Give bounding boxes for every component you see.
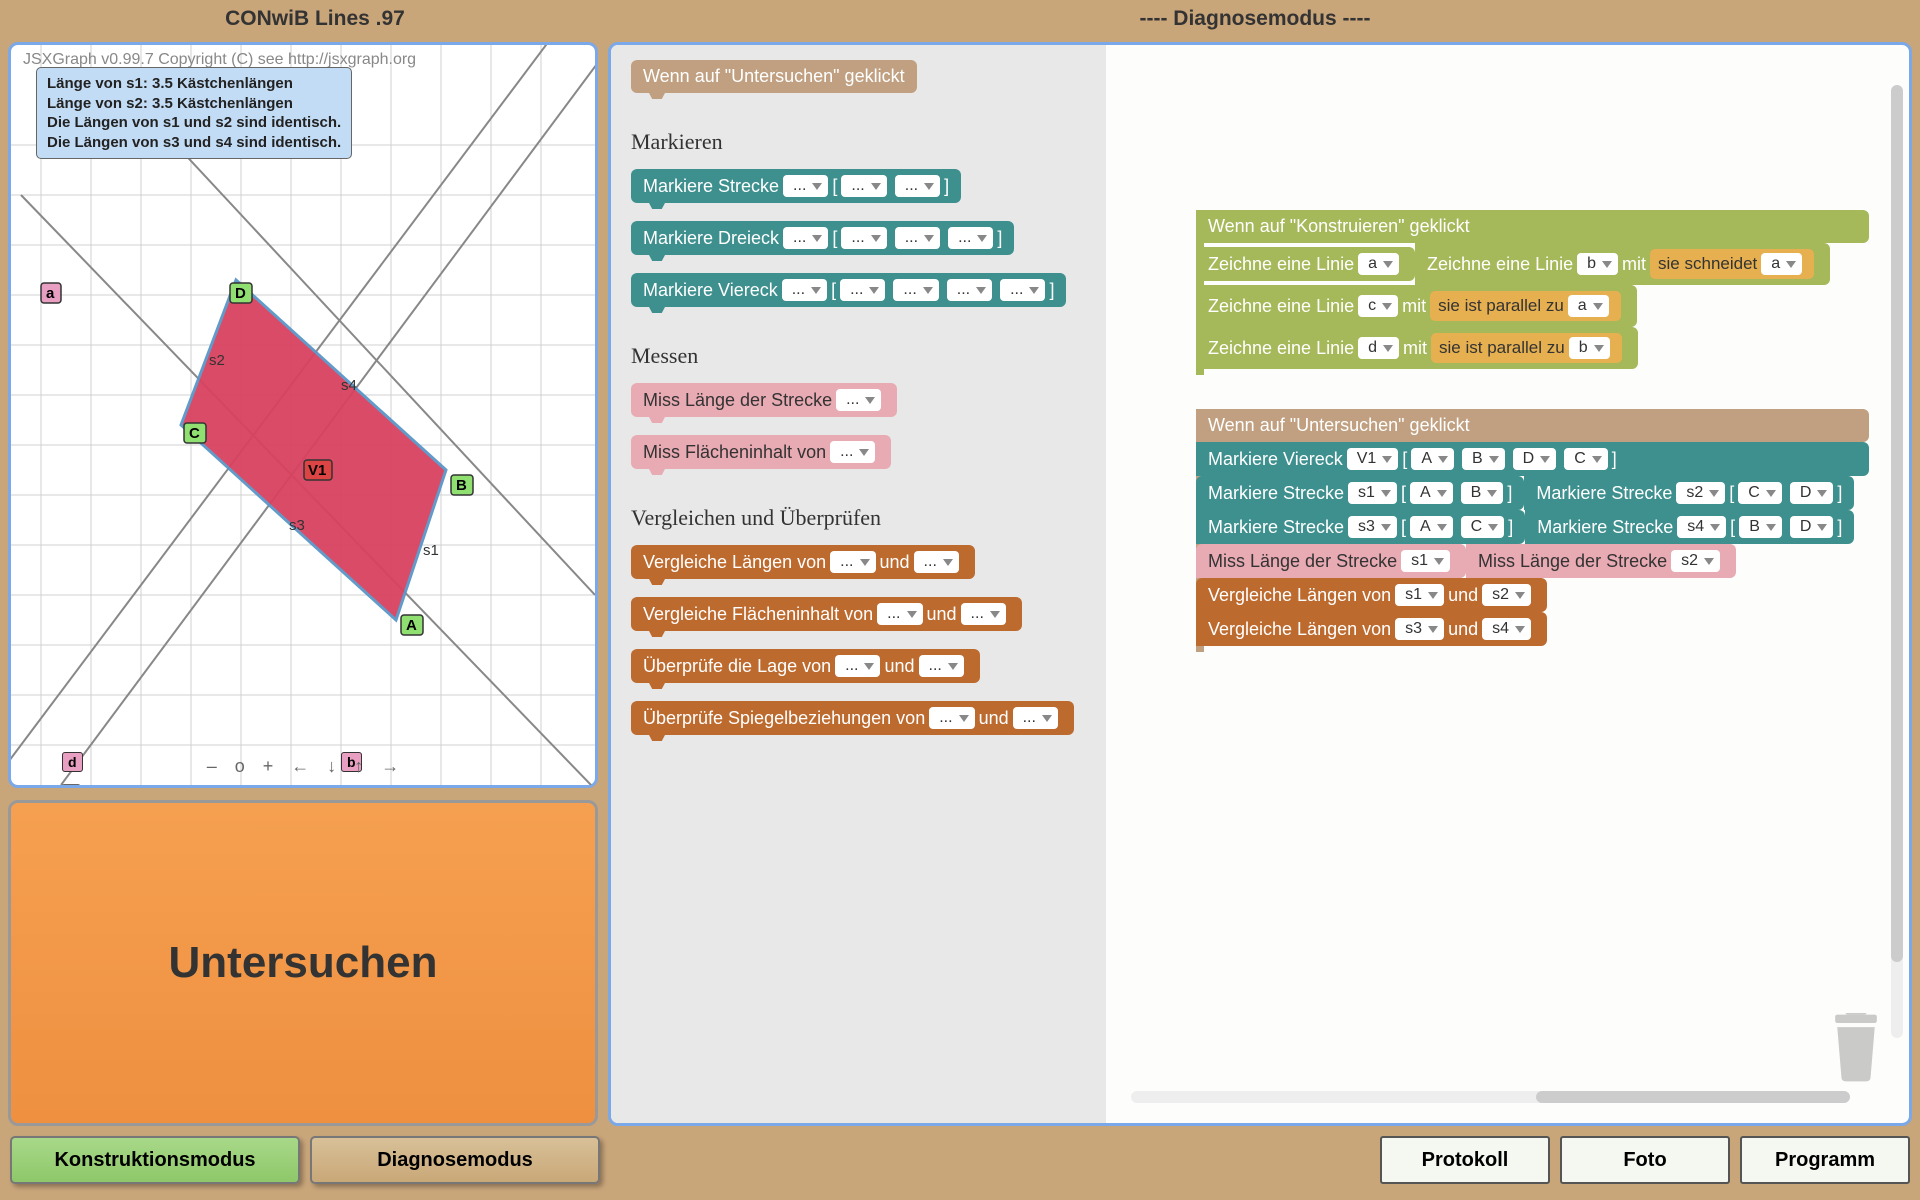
palette-vergleiche-laengen[interactable]: Vergleiche Längen von ... und ... (631, 545, 975, 579)
palette-vergleiche-flaeche[interactable]: Vergleiche Flächeninhalt von ... und ... (631, 597, 1022, 631)
prog-zeichne-linie[interactable]: Zeichne eine Linie c mit sie ist paralle… (1196, 285, 1637, 327)
svg-text:a: a (46, 285, 55, 302)
palette-markiere-dreieck[interactable]: Markiere Dreieck ... [ ... ... ... ] (631, 221, 1014, 255)
palette-miss-laenge[interactable]: Miss Länge der Strecke ... (631, 383, 897, 417)
graph-nav: – o + ← ↓ ↑ → (207, 756, 400, 777)
palette-markiere-strecke[interactable]: Markiere Strecke ... [ ... ... ] (631, 169, 961, 203)
label-V1[interactable]: V1 (304, 460, 332, 480)
section-markieren: Markieren (631, 129, 1086, 155)
palette-event-untersuchen[interactable]: Wenn auf "Untersuchen" geklickt (631, 60, 917, 93)
point-B[interactable]: B (451, 475, 473, 495)
prog-zeichne-linie[interactable]: Zeichne eine Linie a (1196, 247, 1415, 281)
pan-left[interactable]: ← (291, 756, 309, 777)
measurement-tooltip: Länge von s1: 3.5 KästchenlängenLänge vo… (36, 67, 352, 159)
section-messen: Messen (631, 343, 1086, 369)
prog-zeichne-linie[interactable]: Zeichne eine Linie b mit sie schneidet a (1415, 243, 1830, 285)
zoom-out[interactable]: – (207, 756, 217, 777)
blockly-workspace[interactable]: Wenn auf "Untersuchen" geklickt Markiere… (608, 42, 1912, 1126)
point-C[interactable]: C (184, 423, 206, 443)
prog-markiere-strecke[interactable]: Markiere Strecke s3 [ A C ] (1196, 510, 1525, 544)
palette-pruefe-spiegel[interactable]: Überprüfe Spiegelbeziehungen von ... und… (631, 701, 1074, 735)
section-vergleichen: Vergleichen und Überprüfen (631, 505, 1086, 531)
svg-text:A: A (406, 617, 417, 634)
hat-untersuchen[interactable]: Wenn auf "Untersuchen" geklickt (1196, 409, 1869, 442)
prog-markiere-viereck[interactable]: Markiere Viereck V1 [ A B D C ] (1196, 442, 1869, 476)
prog-vergleiche-laengen[interactable]: Vergleiche Längen von s1 und s2 (1196, 578, 1547, 612)
graph-panel[interactable]: JSXGraph v0.99.7 Copyright (C) see http:… (8, 42, 598, 788)
seg-label-s2: s2 (209, 352, 225, 369)
program-canvas[interactable]: Wenn auf "Konstruieren" geklickt Zeichne… (1106, 45, 1909, 1123)
hat-konstruieren[interactable]: Wenn auf "Konstruieren" geklickt (1196, 210, 1869, 243)
mode-indicator: ---- Diagnosemodus ---- (610, 7, 1900, 31)
vertical-scrollbar[interactable] (1891, 85, 1903, 1038)
seg-label-s3: s3 (289, 517, 305, 534)
point-D[interactable]: D (230, 283, 252, 303)
palette-markiere-viereck[interactable]: Markiere Viereck ... [ ... ... ... ... ] (631, 273, 1066, 307)
palette-pruefe-lage[interactable]: Überprüfe die Lage von ... und ... (631, 649, 980, 683)
block-palette: Wenn auf "Untersuchen" geklickt Markiere… (611, 45, 1106, 1123)
pan-up[interactable]: ↑ (354, 756, 363, 777)
pan-right[interactable]: → (381, 756, 399, 777)
label-a[interactable]: a (41, 283, 61, 303)
svg-text:D: D (235, 285, 246, 302)
zoom-reset[interactable]: o (235, 756, 245, 777)
foto-button[interactable]: Foto (1560, 1136, 1730, 1184)
horizontal-scrollbar[interactable] (1131, 1091, 1829, 1103)
prog-markiere-strecke[interactable]: Markiere Strecke s4 [ B D ] (1525, 510, 1854, 544)
app-title: CONwiB Lines .97 (20, 7, 610, 31)
protokoll-button[interactable]: Protokoll (1380, 1136, 1550, 1184)
program-konstruieren[interactable]: Wenn auf "Konstruieren" geklickt Zeichne… (1196, 210, 1869, 369)
prog-markiere-strecke[interactable]: Markiere Strecke s1 [ A B ] (1196, 476, 1524, 510)
prog-zeichne-linie[interactable]: Zeichne eine Linie d mit sie ist paralle… (1196, 327, 1638, 369)
svg-text:C: C (189, 425, 200, 442)
seg-label-s4: s4 (341, 377, 357, 394)
trash-icon[interactable] (1831, 1013, 1881, 1083)
untersuchen-button[interactable]: Untersuchen (8, 800, 598, 1126)
konstruktionsmodus-button[interactable]: Konstruktionsmodus (10, 1136, 300, 1184)
svg-text:V1: V1 (308, 462, 326, 479)
palette-miss-flaeche[interactable]: Miss Flächeninhalt von ... (631, 435, 891, 469)
prog-markiere-strecke[interactable]: Markiere Strecke s2 [ C D ] (1524, 476, 1854, 510)
diagnosemodus-button[interactable]: Diagnosemodus (310, 1136, 600, 1184)
prog-miss-laenge[interactable]: Miss Länge der Strecke s1 (1196, 544, 1466, 578)
point-A[interactable]: A (401, 615, 423, 635)
program-untersuchen[interactable]: Wenn auf "Untersuchen" geklickt Markiere… (1196, 409, 1869, 646)
svg-text:B: B (456, 477, 467, 494)
zoom-in[interactable]: + (263, 756, 274, 777)
seg-label-s1: s1 (423, 542, 439, 559)
pan-down[interactable]: ↓ (327, 756, 336, 777)
prog-miss-laenge[interactable]: Miss Länge der Strecke s2 (1466, 544, 1736, 578)
prog-vergleiche-laengen[interactable]: Vergleiche Längen von s3 und s4 (1196, 612, 1547, 646)
label-d-box[interactable]: d (62, 752, 83, 772)
programm-button[interactable]: Programm (1740, 1136, 1910, 1184)
